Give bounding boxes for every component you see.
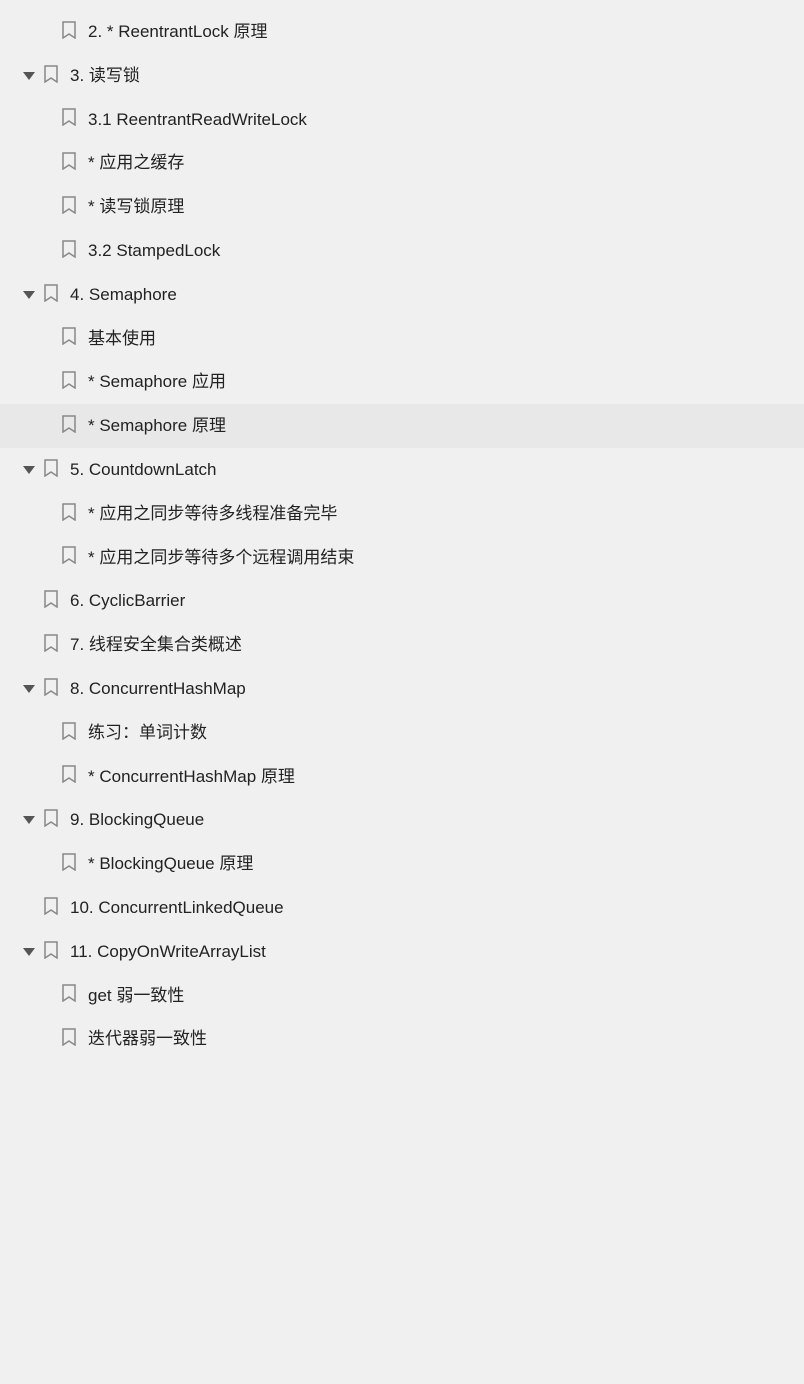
item-semaphore-app-label: * Semaphore 应用 <box>88 370 226 394</box>
item-iter-weak-bookmark-icon <box>60 1028 78 1050</box>
item-word-count[interactable]: 练习：单词计数 <box>0 711 804 755</box>
item-concurrenthashmap-toggle[interactable] <box>20 680 38 698</box>
item-sync-remote-label: * 应用之同步等待多个远程调用结束 <box>88 546 354 570</box>
item-reentrantlock-principle[interactable]: 2. * ReentrantLock 原理 <box>0 10 804 54</box>
item-get-weak[interactable]: get 弱一致性 <box>0 974 804 1018</box>
item-word-count-bookmark-icon <box>60 722 78 744</box>
item-sync-multithread-label: * 应用之同步等待多线程准备完毕 <box>88 502 337 526</box>
item-app-cache-label: * 应用之缓存 <box>88 151 184 175</box>
item-sync-remote[interactable]: * 应用之同步等待多个远程调用结束 <box>0 536 804 580</box>
item-semaphore-label: 4. Semaphore <box>70 283 177 307</box>
item-concurrenthashmap[interactable]: 8. ConcurrentHashMap <box>0 667 804 711</box>
item-semaphore[interactable]: 4. Semaphore <box>0 273 804 317</box>
item-thread-safe-overview-bookmark-icon <box>42 634 60 656</box>
item-rw-principle-label: * 读写锁原理 <box>88 195 184 219</box>
item-copyonwritearraylist[interactable]: 11. CopyOnWriteArrayList <box>0 930 804 974</box>
item-blockingqueue-toggle[interactable] <box>20 811 38 829</box>
item-stampedlock-label: 3.2 StampedLock <box>88 239 220 263</box>
item-stampedlock[interactable]: 3.2 StampedLock <box>0 229 804 273</box>
item-rw-principle-bookmark-icon <box>60 196 78 218</box>
item-basic-use-bookmark-icon <box>60 327 78 349</box>
item-semaphore-toggle[interactable] <box>20 286 38 304</box>
item-iter-weak-label: 迭代器弱一致性 <box>88 1027 207 1051</box>
item-chm-principle-label: * ConcurrentHashMap 原理 <box>88 765 295 789</box>
item-get-weak-label: get 弱一致性 <box>88 984 184 1008</box>
item-reentrantlock-principle-bookmark-icon <box>60 21 78 43</box>
item-semaphore-ee[interactable]: * Semaphore 原理 <box>0 404 804 448</box>
item-bq-principle-label: * BlockingQueue 原理 <box>88 852 253 876</box>
item-reentrantlock-principle-label: 2. * ReentrantLock 原理 <box>88 20 268 44</box>
item-reentrantreadwritelock-bookmark-icon <box>60 108 78 130</box>
item-stampedlock-bookmark-icon <box>60 240 78 262</box>
item-rw-lock-label: 3. 读写锁 <box>70 64 140 88</box>
item-sync-multithread-bookmark-icon <box>60 503 78 525</box>
item-chm-principle-bookmark-icon <box>60 765 78 787</box>
item-thread-safe-overview-label: 7. 线程安全集合类概述 <box>70 633 242 657</box>
item-sync-multithread[interactable]: * 应用之同步等待多线程准备完毕 <box>0 492 804 536</box>
item-sync-remote-bookmark-icon <box>60 546 78 568</box>
item-copyonwritearraylist-toggle[interactable] <box>20 943 38 961</box>
item-bq-principle[interactable]: * BlockingQueue 原理 <box>0 842 804 886</box>
item-cyclicbarrier-label: 6. CyclicBarrier <box>70 589 185 613</box>
item-countdownlatch-toggle[interactable] <box>20 461 38 479</box>
item-basic-use[interactable]: 基本使用 <box>0 317 804 361</box>
item-rw-lock[interactable]: 3. 读写锁 <box>0 54 804 98</box>
item-bq-principle-bookmark-icon <box>60 853 78 875</box>
item-chm-principle[interactable]: * ConcurrentHashMap 原理 <box>0 755 804 799</box>
item-get-weak-bookmark-icon <box>60 984 78 1006</box>
item-reentrantreadwritelock-label: 3.1 ReentrantReadWriteLock <box>88 108 307 132</box>
item-countdownlatch[interactable]: 5. CountdownLatch <box>0 448 804 492</box>
item-word-count-label: 练习：单词计数 <box>88 721 207 745</box>
item-basic-use-label: 基本使用 <box>88 327 156 351</box>
item-reentrantreadwritelock[interactable]: 3.1 ReentrantReadWriteLock <box>0 98 804 142</box>
item-copyonwritearraylist-label: 11. CopyOnWriteArrayList <box>70 940 266 964</box>
item-rw-principle[interactable]: * 读写锁原理 <box>0 185 804 229</box>
item-concurrentlinkedqueue[interactable]: 10. ConcurrentLinkedQueue <box>0 886 804 930</box>
item-blockingqueue[interactable]: 9. BlockingQueue <box>0 798 804 842</box>
item-cyclicbarrier[interactable]: 6. CyclicBarrier <box>0 579 804 623</box>
item-app-cache-bookmark-icon <box>60 152 78 174</box>
item-countdownlatch-bookmark-icon <box>42 459 60 481</box>
item-semaphore-app[interactable]: * Semaphore 应用 <box>0 360 804 404</box>
item-iter-weak[interactable]: 迭代器弱一致性 <box>0 1017 804 1061</box>
item-concurrentlinkedqueue-label: 10. ConcurrentLinkedQueue <box>70 896 284 920</box>
tree-view: 2. * ReentrantLock 原理 3. 读写锁 3.1 Reentra… <box>0 0 804 1071</box>
item-concurrenthashmap-bookmark-icon <box>42 678 60 700</box>
item-semaphore-bookmark-icon <box>42 284 60 306</box>
item-semaphore-ee-label: * Semaphore 原理 <box>88 414 226 438</box>
item-rw-lock-bookmark-icon <box>42 65 60 87</box>
item-blockingqueue-label: 9. BlockingQueue <box>70 808 204 832</box>
item-thread-safe-overview[interactable]: 7. 线程安全集合类概述 <box>0 623 804 667</box>
item-semaphore-ee-bookmark-icon <box>60 415 78 437</box>
item-cyclicbarrier-bookmark-icon <box>42 590 60 612</box>
item-concurrenthashmap-label: 8. ConcurrentHashMap <box>70 677 246 701</box>
item-semaphore-app-bookmark-icon <box>60 371 78 393</box>
item-countdownlatch-label: 5. CountdownLatch <box>70 458 217 482</box>
item-concurrentlinkedqueue-bookmark-icon <box>42 897 60 919</box>
item-copyonwritearraylist-bookmark-icon <box>42 941 60 963</box>
item-blockingqueue-bookmark-icon <box>42 809 60 831</box>
item-rw-lock-toggle[interactable] <box>20 67 38 85</box>
item-app-cache[interactable]: * 应用之缓存 <box>0 141 804 185</box>
